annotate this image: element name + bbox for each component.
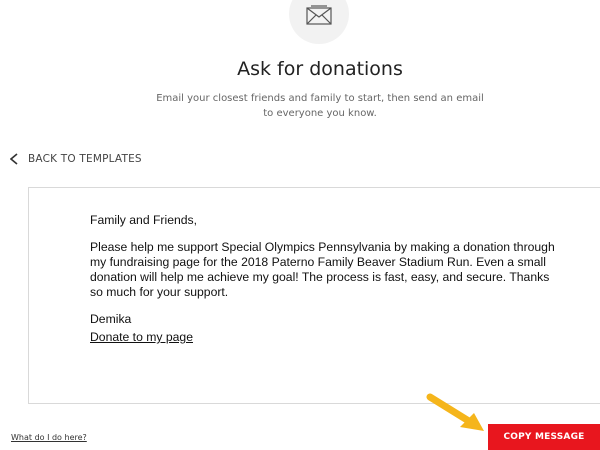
envelope-icon xyxy=(306,5,332,25)
message-greeting: Family and Friends, xyxy=(90,213,198,227)
page-title: Ask for donations xyxy=(237,58,403,80)
help-link[interactable]: What do I do here? xyxy=(11,433,87,442)
donate-link[interactable]: Donate to my page xyxy=(90,330,193,345)
back-label: BACK TO TEMPLATES xyxy=(28,153,142,165)
envelope-icon-badge xyxy=(289,0,349,44)
back-to-templates-link[interactable]: BACK TO TEMPLATES xyxy=(10,153,142,165)
message-body: Please help me support Special Olympics … xyxy=(90,240,555,299)
page-subtitle: Email your closest friends and family to… xyxy=(156,93,484,119)
arrow-icon xyxy=(426,393,484,431)
message-text[interactable]: Family and Friends, Please help me suppo… xyxy=(90,213,560,345)
copy-message-button[interactable]: COPY MESSAGE xyxy=(488,424,600,450)
message-signature: Demika xyxy=(90,312,132,326)
chevron-left-icon xyxy=(10,153,18,165)
message-card: Family and Friends, Please help me suppo… xyxy=(28,187,600,404)
